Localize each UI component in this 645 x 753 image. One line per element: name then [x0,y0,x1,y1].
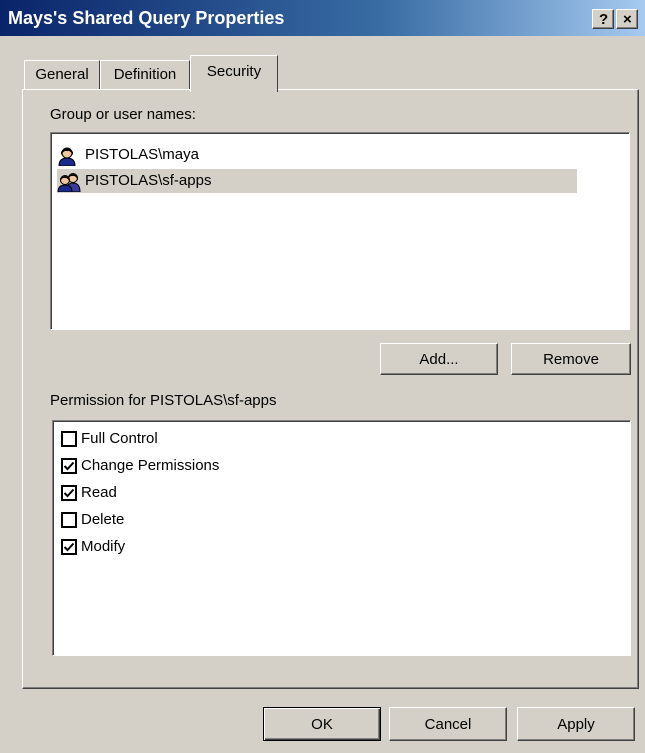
change-permissions-checkbox[interactable] [61,458,77,474]
group-icon [57,173,81,192]
window-title: Mays's Shared Query Properties [8,8,285,28]
check-icon [63,542,75,552]
users-list[interactable]: PISTOLAS\maya PISTOLAS\sf-apps [50,132,630,330]
properties-dialog: Mays's Shared Query Properties ? × Gener… [0,0,645,753]
modify-checkbox[interactable] [61,539,77,555]
tab-security[interactable]: Security [190,55,278,92]
apply-button[interactable]: Apply [517,707,635,741]
user-name-maya: PISTOLAS\maya [85,146,199,163]
change-permissions-label: Change Permissions [81,457,220,474]
delete-checkbox[interactable] [61,512,77,528]
full-control-label: Full Control [81,430,158,447]
tab-security-label: Security [206,63,262,80]
title-bar[interactable]: Mays's Shared Query Properties ? × [0,0,645,36]
list-item-user-sf-apps[interactable]: PISTOLAS\sf-apps [57,169,577,193]
cancel-button[interactable]: Cancel [389,707,507,741]
read-checkbox[interactable] [61,485,77,501]
tab-definition-label: Definition [113,66,177,83]
help-button[interactable]: ? [592,9,614,29]
permission-label: Permission for PISTOLAS\sf-apps [50,392,277,409]
full-control-checkbox[interactable] [61,431,77,447]
read-label: Read [81,484,117,501]
delete-label: Delete [81,511,125,528]
close-button[interactable]: × [616,9,638,29]
check-icon [63,488,75,498]
modify-label: Modify [81,538,126,555]
tab-definition[interactable]: Definition [100,60,190,90]
permissions-list[interactable]: Full Control Change Permissions Read Del… [52,420,631,656]
user-icon [58,147,76,166]
remove-button[interactable]: Remove [511,343,631,375]
add-button[interactable]: Add... [380,343,498,375]
tab-general-label: General [35,66,89,83]
user-name-sf-apps: PISTOLAS\sf-apps [85,172,212,189]
check-icon [63,461,75,471]
list-item-user-maya[interactable]: PISTOLAS\maya [57,143,577,167]
tab-general[interactable]: General [24,60,100,90]
group-users-label: Group or user names: [50,106,196,123]
ok-button[interactable]: OK [263,707,381,741]
